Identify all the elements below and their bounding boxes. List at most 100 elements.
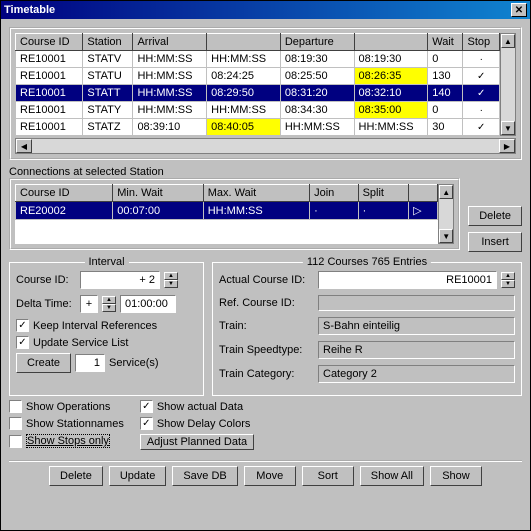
table-cell: HH:MM:SS xyxy=(133,102,207,119)
column-header[interactable] xyxy=(354,34,428,51)
show-operations-checkbox[interactable] xyxy=(9,400,22,413)
connections-scrollbar[interactable]: ▲ ▼ xyxy=(438,184,454,244)
table-cell: 140 xyxy=(428,85,463,102)
column-header[interactable]: Station xyxy=(83,34,133,51)
train-label: Train: xyxy=(219,320,314,332)
update-button[interactable]: Update xyxy=(109,466,166,486)
table-cell: 08:39:10 xyxy=(133,119,207,136)
show-button[interactable]: Show xyxy=(430,466,482,486)
speedtype-label: Train Speedtype: xyxy=(219,344,314,356)
category-field: Category 2 xyxy=(318,365,515,383)
spin-down-icon[interactable]: ▼ xyxy=(102,304,116,312)
course-id-label: Course ID: xyxy=(16,274,76,286)
column-header[interactable]: Departure xyxy=(280,34,354,51)
table-cell: 08:40:05 xyxy=(207,119,281,136)
table-row[interactable]: RE10001STATYHH:MM:SSHH:MM:SS08:34:3008:3… xyxy=(16,102,500,119)
interval-title: Interval xyxy=(84,256,128,268)
keep-refs-checkbox[interactable]: ✓ xyxy=(16,319,29,332)
delta-time-label: Delta Time: xyxy=(16,298,76,310)
table-row[interactable]: RE10001STATVHH:MM:SSHH:MM:SS08:19:3008:1… xyxy=(16,51,500,68)
window-title: Timetable xyxy=(4,4,511,16)
create-button[interactable]: Create xyxy=(16,353,71,373)
scroll-up-icon[interactable]: ▲ xyxy=(439,185,453,199)
show-stationnames-checkbox[interactable] xyxy=(9,417,22,430)
table-cell: 0 xyxy=(428,51,463,68)
spin-up-icon[interactable]: ▲ xyxy=(102,296,116,304)
table-cell: STATU xyxy=(83,68,133,85)
column-header[interactable]: Wait xyxy=(428,34,463,51)
show-actual-checkbox[interactable]: ✓ xyxy=(140,400,153,413)
actual-course-spinner[interactable]: ▲ ▼ xyxy=(501,272,515,288)
table-cell: STATY xyxy=(83,102,133,119)
close-icon[interactable]: ✕ xyxy=(511,3,527,17)
delta-time-input[interactable] xyxy=(120,295,176,313)
spin-up-icon[interactable]: ▲ xyxy=(164,272,178,280)
scroll-right-icon[interactable]: ▶ xyxy=(499,139,515,153)
scroll-down-icon[interactable]: ▼ xyxy=(501,121,515,135)
table-row[interactable]: RE2000200:07:00HH:MM:SS··▷ xyxy=(16,202,438,220)
table-cell: STATV xyxy=(83,51,133,68)
column-header[interactable]: Stop xyxy=(463,34,500,51)
column-header[interactable]: Min. Wait xyxy=(113,185,203,202)
vertical-scrollbar[interactable]: ▲ ▼ xyxy=(500,33,516,136)
column-header[interactable]: Course ID xyxy=(16,34,83,51)
column-header[interactable]: Join xyxy=(310,185,359,202)
horizontal-scrollbar[interactable]: ◀ ▶ xyxy=(15,138,516,154)
delta-sign-spinner[interactable]: ▲ ▼ xyxy=(102,296,116,312)
column-header[interactable]: Course ID xyxy=(16,185,113,202)
connections-table[interactable]: Course IDMin. WaitMax. WaitJoinSplit RE2… xyxy=(15,184,438,220)
table-row[interactable]: RE10001STATTHH:MM:SS08:29:5008:31:2008:3… xyxy=(16,85,500,102)
delta-sign-input[interactable] xyxy=(80,295,98,313)
delete-connection-button[interactable]: Delete xyxy=(468,206,522,226)
column-header[interactable]: Arrival xyxy=(133,34,207,51)
table-cell: 08:19:30 xyxy=(354,51,428,68)
table-cell: · xyxy=(463,51,500,68)
column-header[interactable]: Max. Wait xyxy=(203,185,309,202)
table-cell: RE10001 xyxy=(16,102,83,119)
spin-down-icon[interactable]: ▼ xyxy=(164,280,178,288)
course-id-input[interactable] xyxy=(80,271,160,289)
actual-course-label: Actual Course ID: xyxy=(219,274,314,286)
ref-course-field xyxy=(318,295,515,311)
keep-refs-label: Keep Interval References xyxy=(33,320,157,332)
table-cell: RE10001 xyxy=(16,68,83,85)
table-cell: 0 xyxy=(428,102,463,119)
delete-button[interactable]: Delete xyxy=(49,466,103,486)
table-row[interactable]: RE10001STATUHH:MM:SS08:24:2508:25:5008:2… xyxy=(16,68,500,85)
column-header[interactable] xyxy=(207,34,281,51)
table-cell: 08:31:20 xyxy=(280,85,354,102)
services-count-input[interactable] xyxy=(75,354,105,372)
table-cell: ✓ xyxy=(463,119,500,136)
timetable-table[interactable]: Course IDStationArrival Departure WaitStop… xyxy=(15,33,500,136)
table-cell: 08:19:30 xyxy=(280,51,354,68)
column-header[interactable]: Split xyxy=(358,185,409,202)
show-all-button[interactable]: Show All xyxy=(360,466,424,486)
table-cell: · xyxy=(310,202,359,220)
insert-connection-button[interactable]: Insert xyxy=(468,232,522,252)
spin-down-icon[interactable]: ▼ xyxy=(501,280,515,288)
table-row[interactable]: RE10001STATZ08:39:1008:40:05HH:MM:SSHH:M… xyxy=(16,119,500,136)
scroll-down-icon[interactable]: ▼ xyxy=(439,229,453,243)
update-list-checkbox[interactable]: ✓ xyxy=(16,336,29,349)
column-header[interactable] xyxy=(409,185,438,202)
course-id-spinner[interactable]: ▲ ▼ xyxy=(164,272,178,288)
adjust-planned-button[interactable]: Adjust Planned Data xyxy=(140,434,254,450)
update-list-label: Update Service List xyxy=(33,337,128,349)
scroll-left-icon[interactable]: ◀ xyxy=(16,139,32,153)
show-delay-checkbox[interactable]: ✓ xyxy=(140,417,153,430)
show-stops-only-label: Show Stops only xyxy=(26,434,110,448)
table-cell: RE10001 xyxy=(16,51,83,68)
table-cell: 08:34:30 xyxy=(280,102,354,119)
show-stationnames-label: Show Stationnames xyxy=(26,418,124,430)
sort-button[interactable]: Sort xyxy=(302,466,354,486)
move-button[interactable]: Move xyxy=(244,466,296,486)
table-cell: ▷ xyxy=(409,202,438,220)
table-cell: 08:29:50 xyxy=(207,85,281,102)
show-stops-only-checkbox[interactable] xyxy=(9,435,22,448)
table-cell: RE20002 xyxy=(16,202,113,220)
actual-course-input[interactable] xyxy=(318,271,497,289)
spin-up-icon[interactable]: ▲ xyxy=(501,272,515,280)
scroll-up-icon[interactable]: ▲ xyxy=(501,34,515,48)
table-cell: ✓ xyxy=(463,85,500,102)
save-db-button[interactable]: Save DB xyxy=(172,466,237,486)
